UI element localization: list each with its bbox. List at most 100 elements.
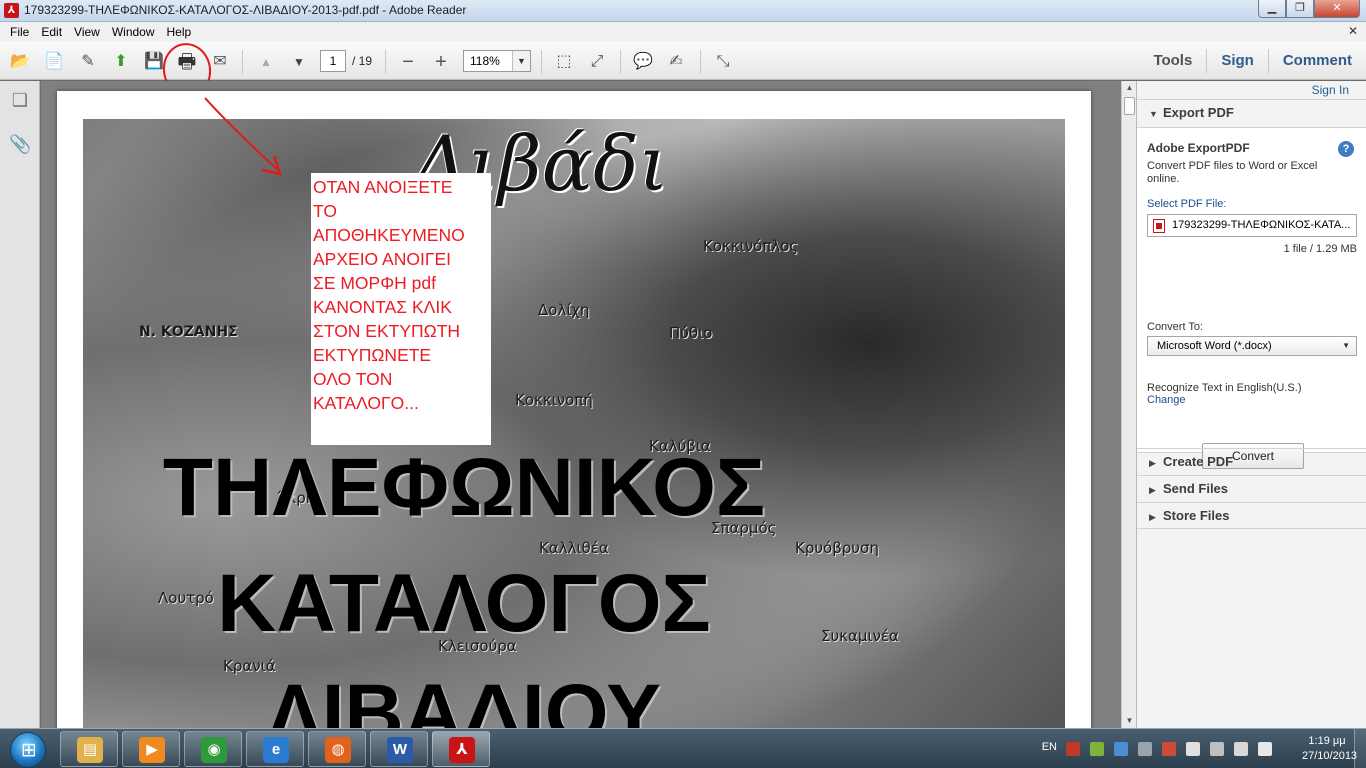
tray-battery-icon[interactable] [1210,742,1224,756]
tray-update-icon[interactable] [1090,742,1104,756]
collapsed-triangle-icon: ▶ [1149,458,1156,468]
language-indicator[interactable]: EN [1042,741,1057,753]
sign-in-link[interactable]: Sign In [1312,83,1349,97]
tray-device-icon[interactable] [1138,742,1152,756]
send-files-section[interactable]: ▶ Send Files [1137,475,1366,502]
word-icon: W [387,737,413,763]
comment-button[interactable]: Comment [1267,49,1366,73]
selected-pdf-file[interactable]: 179323299-ΤΗΛΕΦΩΝΙΚΟΣ-ΚΑΤΑ... [1147,214,1357,237]
annotation-note-text: ΟΤΑΝ ΑΝΟΙΞΕΤΕ ΤΟ ΑΠΟΘΗΚΕΥΜΕΝΟ ΑΡΧΕΙΟ ΑΝΟ… [313,177,465,413]
toolbar-separator [700,50,701,74]
toolbar-separator [242,50,243,74]
chevron-down-icon[interactable]: ▼ [512,51,530,71]
tray-mute-icon[interactable] [1162,742,1176,756]
change-language-link[interactable]: Change [1147,394,1186,406]
select-pdf-file-label: Select PDF File: [1147,198,1227,210]
section-label: Create PDF [1163,454,1234,469]
tools-pane: Sign In ▼ Export PDF Adobe ExportPDF ? Co… [1136,81,1366,728]
menu-window[interactable]: Window [106,25,161,39]
sign-button[interactable]: Sign [1206,49,1268,73]
taskbar-word[interactable]: W [370,731,428,767]
taskbar-explorer[interactable]: ▤ [60,731,118,767]
window-title: 179323299-ΤΗΛΕΦΩΝΙΚΟΣ-ΚΑΤΑΛΟΓΟΣ-ΛΙΒΑΔΙΟΥ… [24,3,467,17]
previous-page-icon[interactable]: ▲ [254,50,278,74]
create-pdf-icon[interactable]: 📄 [42,50,66,74]
full-screen-icon[interactable]: ⤡ [711,50,735,74]
taskbar-firefox[interactable]: ◍ [308,731,366,767]
zoom-out-icon[interactable]: − [396,50,420,74]
next-page-icon[interactable]: ▼ [287,50,311,74]
show-desktop-button[interactable] [1354,729,1366,768]
taskbar-internet-explorer[interactable]: e [246,731,304,767]
file-size-info: 1 file / 1.29 MB [1283,243,1357,255]
tools-button[interactable]: Tools [1139,49,1206,73]
scroll-down-icon[interactable]: ▼ [1122,714,1137,728]
attachments-icon[interactable]: 📎 [9,133,31,155]
sticky-note-icon[interactable]: 💬 [631,50,655,74]
restore-button[interactable]: ❐ [1286,0,1314,18]
highlight-icon[interactable]: ✍ [664,50,688,74]
tray-flag-icon[interactable] [1186,742,1200,756]
upload-icon[interactable]: ⬆ [109,50,133,74]
collapsed-triangle-icon: ▶ [1149,485,1156,495]
close-document-icon[interactable]: ✕ [1346,24,1360,38]
clock-date: 27/10/2013 [1302,750,1358,762]
start-button[interactable] [4,730,50,768]
zoom-in-icon[interactable]: + [429,50,453,74]
toolbar-separator [541,50,542,74]
taskbar-media-player[interactable]: ▶ [122,731,180,767]
scroll-up-icon[interactable]: ▲ [1122,81,1137,95]
close-button[interactable]: ✕ [1314,0,1360,18]
tray-network-icon[interactable] [1114,742,1128,756]
vertical-scrollbar[interactable]: ▲ ▼ [1121,81,1136,728]
chevron-down-icon: ▼ [1342,341,1350,350]
minimize-button[interactable]: ▁ [1258,0,1286,18]
page-total: / 19 [352,54,373,68]
document-heading-line: ΚΑΤΑΛΟΓΟΣ [217,558,711,649]
edit-icon[interactable]: ✎ [76,50,100,74]
store-files-section[interactable]: ▶ Store Files [1137,502,1366,529]
map-label: Ν. ΚΟΖΑΝΗΣ [139,324,238,340]
menu-file[interactable]: File [4,25,35,39]
convert-to-value: Microsoft Word (*.docx) [1157,340,1272,352]
zoom-select[interactable]: 118% ▼ [463,50,531,72]
create-pdf-section[interactable]: ▶ Create PDF [1137,448,1366,475]
adobe-reader-icon: ⅄ [4,3,19,18]
toolbar-separator [385,50,386,74]
tray-volume-icon[interactable] [1258,742,1272,756]
help-icon[interactable]: ? [1338,141,1354,157]
pdf-file-icon [1153,219,1165,233]
annotation-note: ΟΤΑΝ ΑΝΟΙΞΕΤΕ ΤΟ ΑΠΟΘΗΚΕΥΜΕΝΟ ΑΡΧΕΙΟ ΑΝΟ… [311,173,491,445]
navigation-pane: ❏ 📎 [0,81,40,728]
tray-antivirus-icon[interactable] [1066,742,1080,756]
page-thumbnails-icon[interactable]: ❏ [9,89,31,111]
page-number-input[interactable]: 1 [320,50,346,72]
map-label: Πύθιο [669,324,713,342]
clock[interactable]: 1:19 μμ 27/10/2013 [1302,734,1358,764]
tray-signal-icon[interactable] [1234,742,1248,756]
pdf-page: Λιβάδι Κοκκινόπλος Δολίχη Ν. ΚΟΖΑΝΗΣ Πύθ… [57,91,1091,728]
email-icon[interactable]: ✉ [208,50,232,74]
fit-page-icon[interactable]: ⬚ [552,50,576,74]
internet-explorer-icon: e [263,737,289,763]
scrollbar-thumb[interactable] [1124,97,1135,115]
open-icon[interactable]: 📂 [8,50,32,74]
taskbar-chrome[interactable]: ◉ [184,731,242,767]
map-label: Κοκκινοπή [515,391,593,409]
title-bar: ⅄ 179323299-ΤΗΛΕΦΩΝΙΚΟΣ-ΚΑΤΑΛΟΓΟΣ-ΛΙΒΑΔΙ… [0,0,1366,22]
export-pdf-panel: Adobe ExportPDF ? Convert PDF files to W… [1137,127,1366,469]
taskbar-adobe-reader[interactable]: ⅄ [432,731,490,767]
menu-help[interactable]: Help [161,25,198,39]
export-pdf-title: Adobe ExportPDF [1147,141,1250,155]
chrome-icon: ◉ [201,737,227,763]
clock-time: 1:19 μμ [1308,735,1346,747]
convert-to-select[interactable]: Microsoft Word (*.docx) ▼ [1147,336,1357,356]
fit-width-icon[interactable]: ⤢ [585,50,609,74]
section-label: Send Files [1163,481,1229,496]
menu-bar: File Edit View Window Help ✕ [0,22,1366,42]
export-pdf-header[interactable]: ▼ Export PDF [1137,99,1366,126]
menu-edit[interactable]: Edit [35,25,68,39]
export-pdf-header-label: Export PDF [1163,105,1234,120]
menu-view[interactable]: View [68,25,106,39]
document-view[interactable]: Λιβάδι Κοκκινόπλος Δολίχη Ν. ΚΟΖΑΝΗΣ Πύθ… [41,81,1121,728]
